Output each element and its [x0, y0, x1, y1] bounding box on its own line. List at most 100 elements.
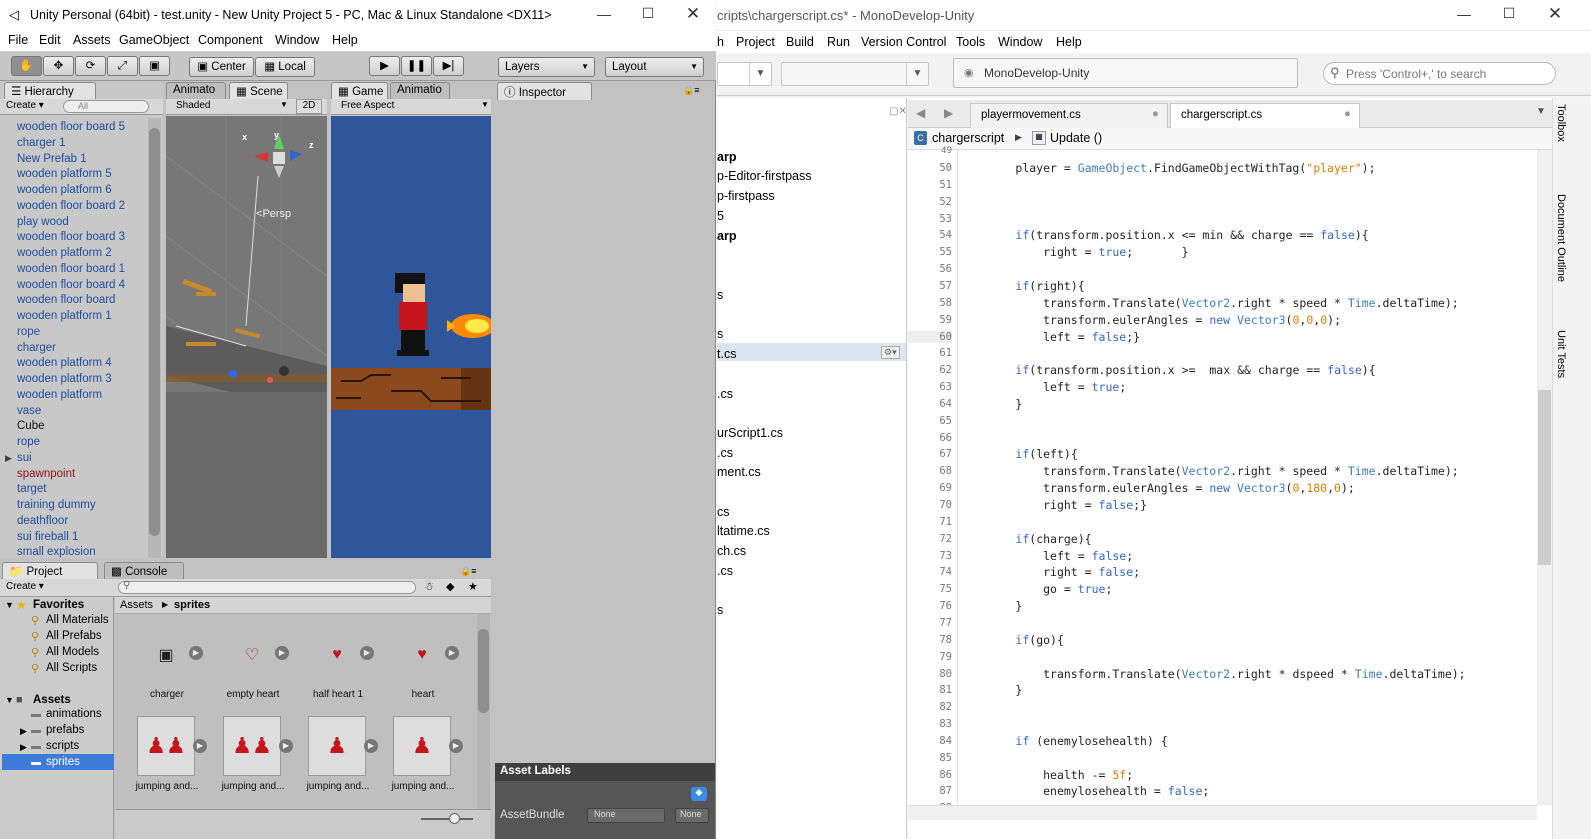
tab-chargerscript[interactable]: chargerscript.cs ● — [1170, 103, 1360, 128]
lock-icon[interactable]: 🔒≡ — [683, 85, 699, 96]
scroll-thumb[interactable] — [1538, 390, 1551, 565]
asset-bundle-dropdown[interactable]: None — [587, 808, 665, 823]
hierarchy-item[interactable]: spawnpoint — [17, 468, 75, 480]
asset-variant-dropdown[interactable]: None — [675, 808, 709, 823]
hierarchy-item[interactable]: wooden floor board 3 — [17, 231, 125, 243]
hierarchy-item[interactable]: play wood — [17, 216, 69, 228]
expand-sprite-icon[interactable]: ▶ — [445, 646, 459, 660]
zoom-slider-thumb[interactable] — [449, 813, 460, 824]
expand-arrow-icon[interactable]: ▶ — [20, 742, 27, 753]
hierarchy-create-button[interactable]: Create ▾ — [6, 100, 44, 111]
hierarchy-item[interactable]: wooden floor board 2 — [17, 200, 125, 212]
hierarchy-item[interactable]: wooden platform 6 — [17, 184, 112, 196]
aspect-dropdown[interactable]: Free Aspect — [341, 100, 394, 111]
sprite-thumbnail[interactable]: ▣ — [151, 640, 181, 670]
filter-type-icon[interactable]: ☃ — [424, 580, 434, 593]
hierarchy-item[interactable]: vase — [17, 405, 41, 417]
tab-animator[interactable]: Animato — [166, 82, 226, 100]
solution-item[interactable]: cs — [717, 505, 730, 519]
hierarchy-item[interactable]: wooden platform 5 — [17, 168, 112, 180]
sprite-thumbnail[interactable]: ♟ — [393, 716, 451, 776]
sprite-thumbnail[interactable]: ♥ — [407, 640, 437, 670]
code-line[interactable]: if(left){ — [960, 447, 1077, 461]
lock-icon[interactable]: 🔒≡ — [460, 566, 476, 577]
hierarchy-item[interactable]: charger — [17, 342, 56, 354]
tab-forward-icon[interactable]: ▶ — [944, 106, 953, 120]
code-line[interactable]: if(transform.position.x >= max && charge… — [960, 363, 1375, 377]
scale-tool-icon[interactable]: ⤢ — [107, 56, 138, 76]
code-line[interactable]: } — [960, 683, 1022, 697]
scene-gizmo[interactable] — [254, 134, 304, 184]
hierarchy-item[interactable]: wooden platform 2 — [17, 247, 112, 259]
2d-toggle[interactable]: 2D — [296, 99, 322, 114]
solution-item[interactable]: .cs — [717, 387, 733, 401]
sprite-thumbnail[interactable]: ♟ — [308, 716, 366, 776]
hierarchy-item[interactable]: charger 1 — [17, 137, 66, 149]
code-line[interactable]: if(transform.position.x <= min && charge… — [960, 228, 1368, 242]
code-line[interactable]: go = true; — [960, 582, 1112, 596]
solution-item[interactable]: s — [717, 327, 723, 341]
code-line[interactable]: transform.Translate(Vector2.right * spee… — [960, 296, 1459, 310]
move-tool-icon[interactable]: ✥ — [43, 56, 74, 76]
favorite-item[interactable]: All Materials — [46, 614, 109, 626]
dock-unit-tests[interactable]: Unit Tests — [1555, 330, 1567, 378]
play-button[interactable]: ▶ — [369, 56, 400, 76]
tab-hierarchy[interactable]: ☰ Hierarchy — [4, 82, 96, 100]
sprite-thumbnail[interactable]: ♟♟ — [223, 716, 281, 776]
project-search-input[interactable]: ⚲ — [118, 580, 416, 594]
pause-button[interactable]: ❚❚ — [401, 56, 432, 76]
hierarchy-item[interactable]: wooden platform 3 — [17, 373, 112, 385]
code-line[interactable]: transform.Translate(Vector2.right * spee… — [960, 464, 1459, 478]
hierarchy-item[interactable]: wooden floor board 5 — [17, 121, 125, 133]
breadcrumb-sprites[interactable]: sprites — [174, 599, 210, 611]
sprite-thumbnail[interactable]: ♡ — [237, 640, 267, 670]
layout-dropdown[interactable]: Layout ▼ — [605, 57, 704, 77]
code-line[interactable]: if(go){ — [960, 633, 1064, 647]
folder-item[interactable]: prefabs — [46, 724, 84, 736]
close-icon[interactable]: ● — [1152, 108, 1159, 120]
tab-game[interactable]: ▦ Game — [331, 82, 388, 100]
zoom-slider-track[interactable] — [421, 818, 473, 820]
collapse-arrow-icon[interactable]: ▼ — [5, 600, 14, 610]
favorite-star-icon[interactable]: ★ — [468, 580, 478, 593]
unity-close-icon[interactable]: ✕ — [670, 4, 716, 24]
tab-animation[interactable]: Animatio — [390, 82, 450, 100]
gear-icon[interactable]: ⚙▾ — [881, 346, 900, 359]
pivot-center-button[interactable]: ▣ Center — [189, 57, 254, 77]
code-line[interactable]: health -= 5f; — [960, 768, 1133, 782]
code-line[interactable]: if(charge){ — [960, 532, 1091, 546]
solution-item[interactable]: arp — [717, 150, 736, 164]
tab-list-icon[interactable]: ▼ — [1536, 106, 1546, 117]
hierarchy-item[interactable]: Cube — [17, 420, 45, 432]
solution-item[interactable]: ltatime.cs — [717, 524, 770, 538]
hierarchy-item[interactable]: rope — [17, 326, 40, 338]
solution-item[interactable]: p-firstpass — [717, 189, 775, 203]
expand-arrow-icon[interactable]: ▶ — [20, 726, 27, 737]
hierarchy-item[interactable]: wooden floor board 1 — [17, 263, 125, 275]
hierarchy-scrollbar[interactable] — [148, 118, 161, 558]
folder-item[interactable]: scripts — [46, 740, 79, 752]
md-target-combo[interactable]: ▼ — [781, 62, 929, 86]
unity-menu-edit[interactable]: Edit — [39, 33, 61, 47]
scene-view[interactable]: x y z <Persp — [166, 116, 327, 558]
code-line[interactable]: right = false; — [960, 565, 1140, 579]
solution-item[interactable]: 5 — [717, 209, 724, 223]
breadcrumb-assets[interactable]: Assets — [120, 599, 153, 611]
tab-back-icon[interactable]: ◀ — [916, 106, 925, 120]
tab-project[interactable]: 📁 Project — [2, 562, 98, 580]
unity-menu-help[interactable]: Help — [332, 33, 358, 47]
project-create-button[interactable]: Create ▾ — [6, 581, 44, 592]
code-line[interactable]: right = true; } — [960, 245, 1188, 259]
solution-item[interactable]: .cs — [717, 564, 733, 578]
md-search-input[interactable]: ⚲ Press 'Control+,' to search — [1323, 62, 1556, 85]
expand-sprite-icon[interactable]: ▶ — [279, 739, 293, 753]
code-line[interactable]: right = false;} — [960, 498, 1147, 512]
md-config-combo[interactable]: ▼ — [717, 62, 772, 86]
hierarchy-item[interactable]: target — [17, 483, 46, 495]
unity-menu-assets[interactable]: Assets — [73, 33, 111, 47]
unity-menu-component[interactable]: Component — [198, 33, 263, 47]
expand-sprite-icon[interactable]: ▶ — [193, 739, 207, 753]
code-line[interactable]: enemylosehealth = false; — [960, 784, 1209, 798]
expand-sprite-icon[interactable]: ▶ — [360, 646, 374, 660]
sprite-thumbnail[interactable]: ♥ — [322, 640, 352, 670]
